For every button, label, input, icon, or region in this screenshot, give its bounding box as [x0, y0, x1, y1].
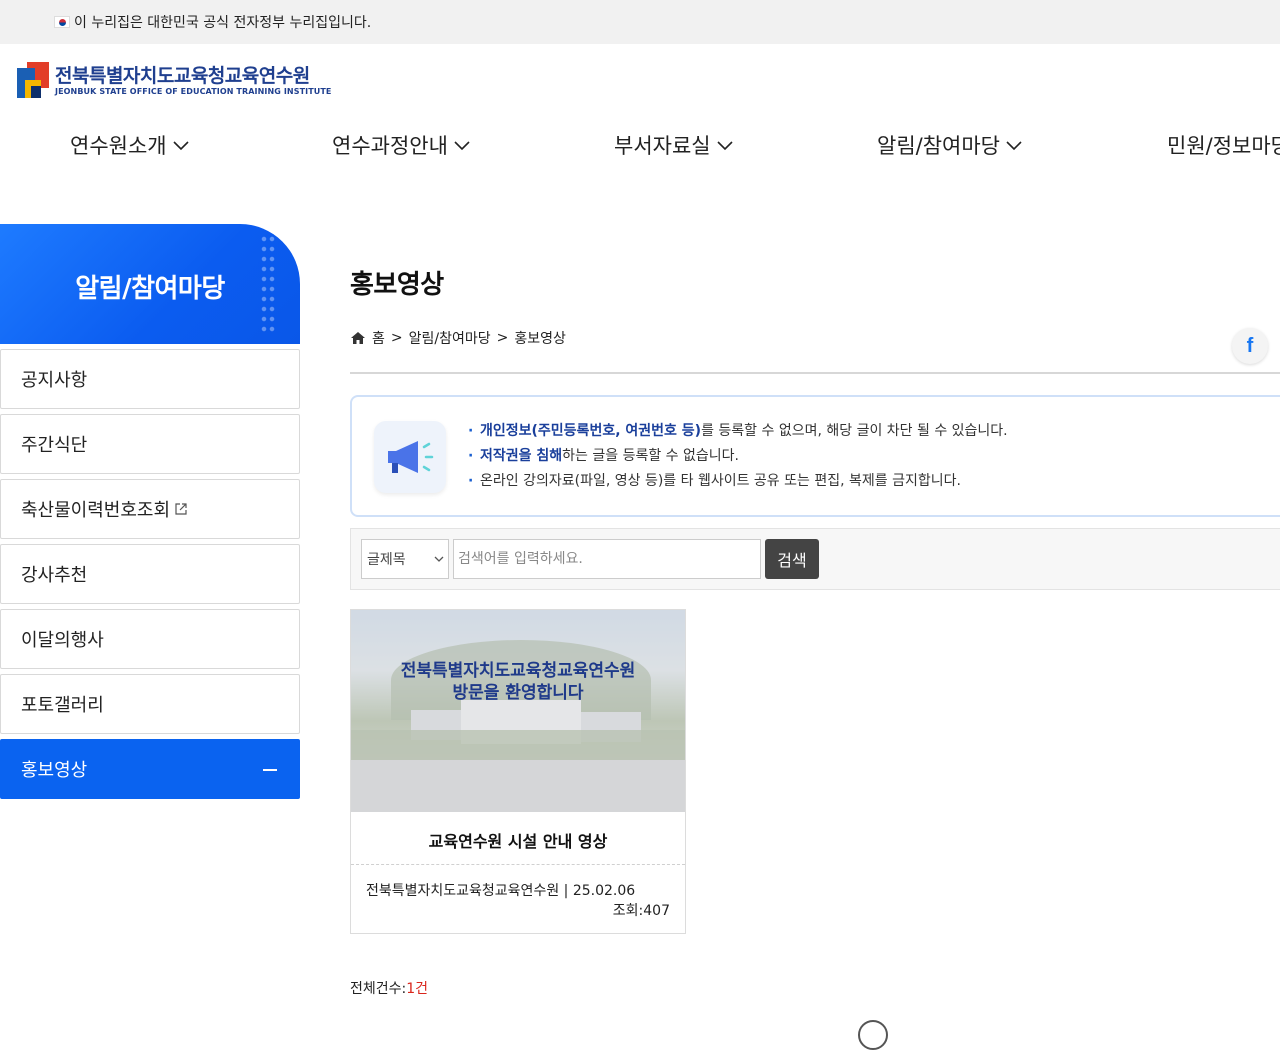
external-link-icon	[175, 503, 187, 515]
sidebar-header: 알림/참여마당	[0, 224, 300, 344]
breadcrumb-home[interactable]: 홈	[372, 328, 385, 348]
notice-item: 온라인 강의자료(파일, 영상 등)를 타 웹사이트 공유 또는 편집, 복제를…	[468, 469, 1008, 494]
chevron-down-icon	[1006, 141, 1022, 151]
search-bar: 글제목 검색	[350, 528, 1280, 590]
breadcrumb-section[interactable]: 알림/참여마당	[409, 328, 491, 348]
sidebar-item-livestock-trace[interactable]: 축산물이력번호조회	[0, 479, 300, 539]
chevron-down-icon	[173, 141, 189, 151]
site-logo[interactable]: 전북특별자치도교육청교육연수원 JEONBUK STATE OFFICE OF …	[17, 60, 331, 100]
nav-label: 민원/정보마당	[1167, 134, 1280, 158]
nav-item-courses[interactable]: 연수과정안내	[332, 130, 470, 160]
divider	[351, 864, 685, 865]
sidebar-item-promo-video[interactable]: 홍보영상	[0, 739, 300, 799]
video-meta: 전북특별자치도교육청교육연수원 | 25.02.06	[366, 883, 636, 899]
search-button[interactable]: 검색	[765, 539, 819, 579]
sidebar-item-weekly-menu[interactable]: 주간식단	[0, 414, 300, 474]
facebook-share-button[interactable]: f	[1232, 328, 1268, 364]
total-count: 전체건수:1건	[350, 978, 428, 998]
nav-item-dept-resources[interactable]: 부서자료실	[614, 130, 733, 160]
notice-box: 개인정보(주민등록번호, 여권번호 등)를 등록할 수 없으며, 해당 글이 차…	[350, 395, 1280, 517]
sidebar-item-label: 포토갤러리	[21, 695, 104, 716]
breadcrumb-current: 홍보영상	[514, 331, 566, 347]
total-number: 1건	[406, 981, 429, 997]
thumbnail-caption: 방문을 환영합니다	[452, 683, 584, 703]
breadcrumb: 홈 > 알림/참여마당 > 홍보영상	[350, 328, 566, 348]
video-card[interactable]: 전북특별자치도교육청교육연수원 방문을 환영합니다 교육연수원 시설 안내 영상…	[350, 609, 686, 934]
divider	[350, 372, 1280, 374]
video-thumbnail[interactable]: 전북특별자치도교육청교육연수원 방문을 환영합니다	[351, 610, 685, 812]
total-label: 전체건수:	[350, 981, 407, 997]
sidebar-item-label: 홍보영상	[21, 760, 88, 781]
logo-mark-icon	[17, 60, 51, 100]
minus-icon	[263, 769, 277, 771]
gov-banner: 이 누리집은 대한민국 공식 전자정부 누리집입니다.	[0, 0, 1280, 44]
thumbnail-caption: 전북특별자치도교육청교육연수원	[400, 661, 636, 681]
sidebar-item-label: 이달의행사	[21, 630, 104, 651]
gov-banner-text: 이 누리집은 대한민국 공식 전자정부 누리집입니다.	[74, 15, 372, 31]
notice-list: 개인정보(주민등록번호, 여권번호 등)를 등록할 수 없으며, 해당 글이 차…	[468, 419, 1008, 494]
notice-item: 개인정보(주민등록번호, 여권번호 등)를 등록할 수 없으며, 해당 글이 차…	[468, 419, 1008, 444]
sidebar-item-notices[interactable]: 공지사항	[0, 349, 300, 409]
page-title: 홍보영상	[350, 270, 444, 300]
nav-item-notice-participation[interactable]: 알림/참여마당	[877, 130, 1022, 160]
sidebar-menu: 공지사항 주간식단 축산물이력번호조회 강사추천 이달의행사 포토갤러리 홍보영…	[0, 349, 300, 804]
nav-label: 연수원소개	[70, 134, 167, 158]
megaphone-icon	[374, 421, 446, 493]
nav-item-civil-info[interactable]: 민원/정보마당	[1167, 130, 1280, 160]
korean-flag-icon	[54, 16, 70, 28]
facebook-icon: f	[1246, 334, 1254, 357]
nav-label: 연수과정안내	[332, 134, 448, 158]
nav-label: 부서자료실	[614, 134, 711, 158]
video-views: 조회:407	[612, 903, 670, 919]
chevron-down-icon	[454, 141, 470, 151]
sidebar-item-monthly-events[interactable]: 이달의행사	[0, 609, 300, 669]
sidebar-item-label: 공지사항	[21, 370, 88, 391]
logo-subtitle: JEONBUK STATE OFFICE OF EDUCATION TRAINI…	[55, 86, 332, 96]
breadcrumb-separator: >	[390, 330, 403, 346]
breadcrumb-separator: >	[496, 330, 509, 346]
pagination-button[interactable]	[858, 1020, 888, 1050]
search-type-select[interactable]: 글제목	[361, 539, 449, 579]
search-type-value: 글제목	[367, 552, 406, 568]
sidebar-item-photo-gallery[interactable]: 포토갤러리	[0, 674, 300, 734]
sidebar-item-label: 축산물이력번호조회	[21, 500, 171, 521]
chevron-down-icon	[717, 141, 733, 151]
main-nav: 연수원소개 연수과정안내 부서자료실 알림/참여마당 민원/정보마당	[0, 120, 1280, 172]
nav-label: 알림/참여마당	[877, 134, 1000, 158]
sidebar-title: 알림/참여마당	[75, 274, 225, 304]
sidebar-item-label: 주간식단	[21, 435, 88, 456]
notice-item: 저작권을 침해하는 글을 등록할 수 없습니다.	[468, 444, 1008, 469]
search-input[interactable]	[453, 539, 761, 579]
nav-item-about[interactable]: 연수원소개	[70, 130, 189, 160]
sidebar-item-instructor-recommend[interactable]: 강사추천	[0, 544, 300, 604]
video-title[interactable]: 교육연수원 시설 안내 영상	[351, 828, 685, 852]
logo-title: 전북특별자치도교육청교육연수원	[55, 64, 310, 87]
sidebar-item-label: 강사추천	[21, 565, 88, 586]
home-icon[interactable]	[350, 331, 366, 345]
chevron-down-icon	[434, 556, 444, 562]
